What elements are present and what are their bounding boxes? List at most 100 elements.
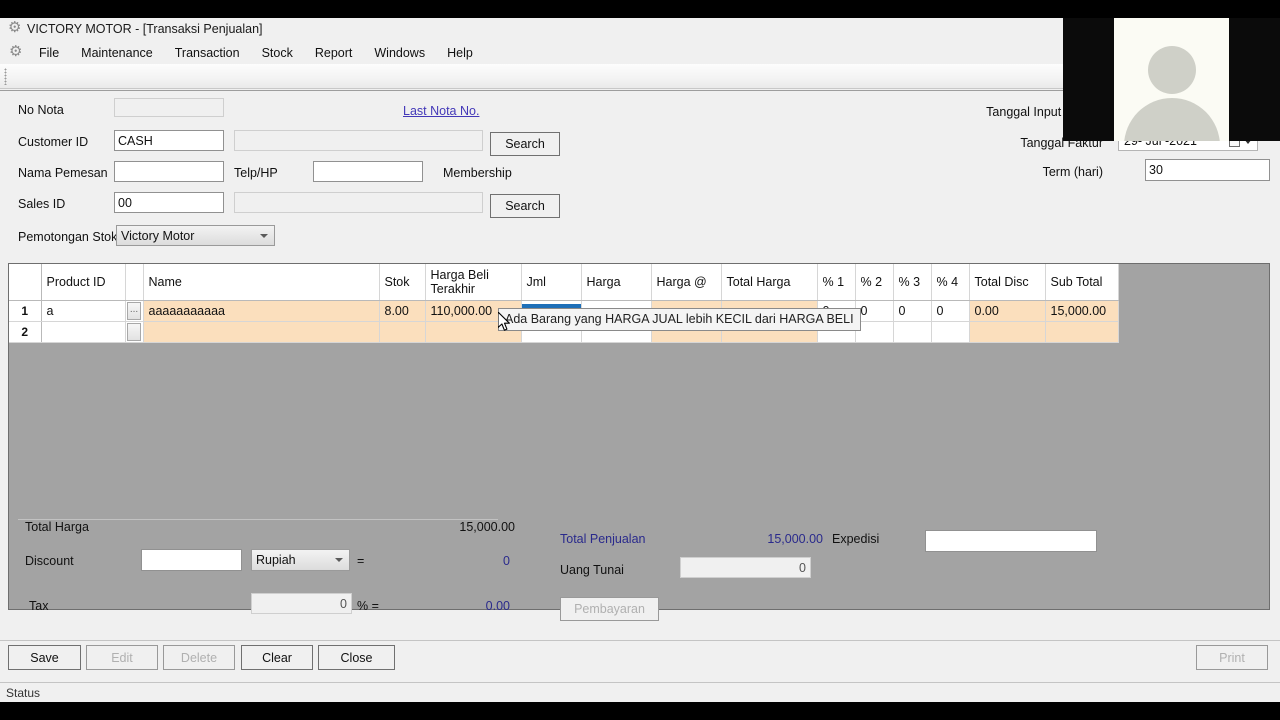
status-text: Status	[6, 685, 41, 700]
tax-percent-equals: % =	[357, 599, 379, 613]
gear-icon	[8, 20, 21, 36]
total-penjualan-value: 15,000.00	[767, 532, 823, 546]
cell-total-disc: 0.00	[969, 300, 1046, 322]
cell-total-disc	[969, 321, 1046, 343]
customer-id-input[interactable]	[114, 130, 224, 151]
cell-pct4[interactable]: 0	[931, 300, 970, 322]
customer-search-button[interactable]: Search	[490, 132, 560, 156]
cell-product-id[interactable]	[41, 321, 126, 343]
cell-sub-total	[1045, 321, 1119, 343]
webcam-video-frame	[1114, 18, 1229, 141]
total-harga-value: 15,000.00	[459, 520, 515, 534]
menu-item-file[interactable]: File	[28, 44, 70, 62]
webcam-overlay	[1063, 18, 1280, 141]
discount-equals-sign: =	[357, 554, 365, 568]
grid-col-harga-at[interactable]: Harga @	[651, 264, 722, 301]
membership-label: Membership	[443, 166, 512, 180]
gear-icon-menu	[9, 44, 22, 60]
cell-name	[143, 321, 380, 343]
cell-ellipsis-button[interactable]	[125, 321, 144, 343]
discount-result-value: 0	[503, 554, 510, 568]
cell-pct2[interactable]: 0	[855, 300, 894, 322]
edit-button[interactable]: Edit	[86, 645, 158, 670]
pembayaran-button[interactable]: Pembayaran	[560, 597, 659, 621]
chevron-down-icon	[260, 233, 268, 238]
grid-col-harga-beli-terakhir[interactable]: Harga Beli Terakhir	[425, 264, 522, 301]
menu-item-help[interactable]: Help	[436, 44, 484, 62]
grid-col-pct1[interactable]: % 1	[817, 264, 856, 301]
pemotongan-stok-label: Pemotongan Stok	[18, 230, 118, 244]
tanggal-input-label: Tanggal Input Pe	[986, 105, 1080, 119]
grid-col-pct2[interactable]: % 2	[855, 264, 894, 301]
grid-col-pct3[interactable]: % 3	[893, 264, 932, 301]
menu-item-stock[interactable]: Stock	[251, 44, 304, 62]
cell-pct3[interactable]: 0	[893, 300, 932, 322]
expedisi-input[interactable]	[925, 530, 1097, 552]
menu-item-maintenance[interactable]: Maintenance	[70, 44, 164, 62]
sales-name-display	[234, 192, 483, 213]
tax-result-value: 0.00	[485, 599, 510, 613]
avatar-body-icon	[1123, 98, 1220, 141]
cell-ellipsis-button[interactable]: ...	[125, 300, 144, 322]
cell-product-id[interactable]: a	[41, 300, 126, 322]
letterbox-bottom-bar	[0, 702, 1280, 720]
cell-pct2[interactable]	[855, 321, 894, 343]
sales-search-button[interactable]: Search	[490, 194, 560, 218]
sales-id-label: Sales ID	[18, 197, 66, 211]
print-button[interactable]: Print	[1196, 645, 1268, 670]
cell-pct4[interactable]	[931, 321, 970, 343]
no-nota-input[interactable]	[114, 98, 224, 117]
row-number: 1	[9, 300, 42, 322]
grid-header-row: Product ID Name Stok Harga Beli Terakhir…	[9, 264, 1119, 301]
last-nota-link[interactable]: Last Nota No.	[403, 104, 479, 118]
product-lookup-button[interactable]: ...	[127, 301, 141, 320]
status-bar: Status	[0, 682, 1280, 702]
application-window: VICTORY MOTOR - [Transaksi Penjualan] Fi…	[0, 0, 1280, 720]
customer-id-label: Customer ID	[18, 135, 89, 149]
menu-item-windows[interactable]: Windows	[363, 44, 436, 62]
pemotongan-stok-select[interactable]: Victory Motor	[116, 225, 275, 246]
menu-item-transaction[interactable]: Transaction	[164, 44, 251, 62]
client-area: No Nota Last Nota No. Customer ID Search…	[0, 90, 1280, 702]
telp-label: Telp/HP	[234, 166, 278, 180]
cell-sub-total: 15,000.00	[1045, 300, 1119, 322]
nama-pemesan-label: Nama Pemesan	[18, 166, 108, 180]
validation-tooltip: Ada Barang yang HARGA JUAL lebih KECIL d…	[498, 308, 861, 331]
grid-col-name[interactable]: Name	[143, 264, 380, 301]
grid-col-stok[interactable]: Stok	[379, 264, 426, 301]
term-hari-input[interactable]	[1145, 159, 1270, 181]
avatar-head-icon	[1147, 46, 1196, 94]
term-hari-label: Term (hari)	[1042, 165, 1103, 179]
toolbar-grip-handle[interactable]	[4, 68, 7, 85]
discount-label: Discount	[25, 554, 74, 568]
tax-input[interactable]	[251, 593, 352, 614]
product-lookup-button[interactable]	[127, 322, 141, 341]
grid-col-total-disc[interactable]: Total Disc	[969, 264, 1046, 301]
grid-col-harga[interactable]: Harga	[581, 264, 652, 301]
cell-name: aaaaaaaaaaa	[143, 300, 380, 322]
save-button[interactable]: Save	[8, 645, 81, 670]
grid-col-product-id[interactable]: Product ID	[41, 264, 126, 301]
menu-item-report[interactable]: Report	[304, 44, 364, 62]
cell-pct3[interactable]	[893, 321, 932, 343]
grid-col-ellipsis	[125, 264, 144, 301]
tax-label: Tax	[29, 599, 49, 613]
cell-stok	[379, 321, 426, 343]
window-title: VICTORY MOTOR - [Transaksi Penjualan]	[27, 22, 263, 36]
discount-type-select[interactable]: Rupiah	[251, 549, 350, 571]
uang-tunai-label: Uang Tunai	[560, 563, 624, 577]
telp-input[interactable]	[313, 161, 423, 182]
nama-pemesan-input[interactable]	[114, 161, 224, 182]
grid-col-sub-total[interactable]: Sub Total	[1045, 264, 1119, 301]
sales-id-input[interactable]	[114, 192, 224, 213]
grid-col-total-harga[interactable]: Total Harga	[721, 264, 818, 301]
grid-col-pct4[interactable]: % 4	[931, 264, 970, 301]
discount-input[interactable]	[141, 549, 242, 571]
uang-tunai-input[interactable]	[680, 557, 811, 578]
grid-col-jml[interactable]: Jml	[521, 264, 582, 301]
close-button[interactable]: Close	[318, 645, 395, 670]
clear-button[interactable]: Clear	[241, 645, 313, 670]
customer-name-display	[234, 130, 483, 151]
discount-type-value: Rupiah	[256, 553, 296, 567]
delete-button[interactable]: Delete	[163, 645, 235, 670]
